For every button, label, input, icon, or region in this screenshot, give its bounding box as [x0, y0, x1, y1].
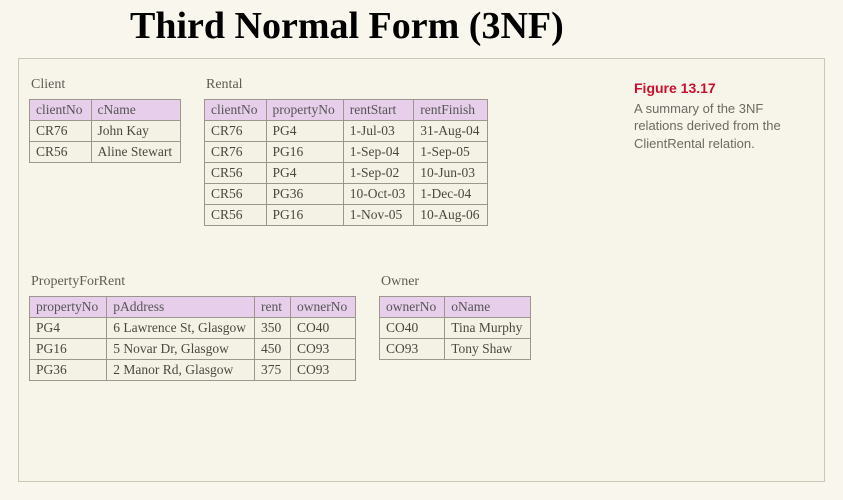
- table-cell: 1-Dec-04: [414, 184, 488, 205]
- table-cell: 1-Sep-04: [343, 142, 413, 163]
- property-table: propertyNopAddressrentownerNoPG46 Lawren…: [29, 296, 356, 381]
- table-row: CR56Aline Stewart: [30, 142, 181, 163]
- table-cell: CR56: [30, 142, 92, 163]
- client-table-label: Client: [31, 77, 181, 93]
- table-cell: PG4: [266, 121, 343, 142]
- table-row: CO93Tony Shaw: [380, 339, 531, 360]
- table-cell: CO40: [290, 318, 355, 339]
- table-cell: 375: [254, 360, 290, 381]
- table-cell: 1-Nov-05: [343, 205, 413, 226]
- rental-table-label: Rental: [206, 77, 488, 93]
- table-cell: PG16: [266, 205, 343, 226]
- table-cell: PG36: [30, 360, 107, 381]
- table-cell: CO93: [380, 339, 445, 360]
- table-cell: Tony Shaw: [445, 339, 531, 360]
- table-cell: CR56: [205, 205, 267, 226]
- table-cell: 5 Novar Dr, Glasgow: [107, 339, 255, 360]
- table-cell: 31-Aug-04: [414, 121, 488, 142]
- column-header: rent: [254, 297, 290, 318]
- table-cell: 1-Jul-03: [343, 121, 413, 142]
- owner-table-label: Owner: [381, 274, 531, 290]
- column-header: propertyNo: [30, 297, 107, 318]
- table-cell: PG4: [266, 163, 343, 184]
- table-cell: 1-Sep-05: [414, 142, 488, 163]
- table-cell: John Kay: [91, 121, 181, 142]
- table-row: CR76PG41-Jul-0331-Aug-04: [205, 121, 488, 142]
- table-cell: PG16: [30, 339, 107, 360]
- owner-table: ownerNooNameCO40Tina MurphyCO93Tony Shaw: [379, 296, 531, 360]
- column-header: oName: [445, 297, 531, 318]
- table-cell: 10-Jun-03: [414, 163, 488, 184]
- column-header: clientNo: [205, 100, 267, 121]
- table-cell: Aline Stewart: [91, 142, 181, 163]
- table-row: CR56PG3610-Oct-031-Dec-04: [205, 184, 488, 205]
- table-cell: 450: [254, 339, 290, 360]
- column-header: ownerNo: [380, 297, 445, 318]
- table-cell: PG4: [30, 318, 107, 339]
- table-cell: 10-Aug-06: [414, 205, 488, 226]
- table-cell: CR76: [205, 142, 267, 163]
- table-cell: CR56: [205, 163, 267, 184]
- page-title: Third Normal Form (3NF): [130, 4, 564, 48]
- table-row: CO40Tina Murphy: [380, 318, 531, 339]
- table-row: CR56PG161-Nov-0510-Aug-06: [205, 205, 488, 226]
- column-header: rentStart: [343, 100, 413, 121]
- table-cell: 2 Manor Rd, Glasgow: [107, 360, 255, 381]
- property-table-block: PropertyForRent propertyNopAddressrentow…: [29, 274, 356, 381]
- table-cell: PG36: [266, 184, 343, 205]
- figure-caption: Figure 13.17 A summary of the 3NF relati…: [634, 79, 794, 153]
- table-cell: CO93: [290, 360, 355, 381]
- client-table-block: Client clientNocNameCR76John KayCR56Alin…: [29, 77, 181, 163]
- figure-caption-text: A summary of the 3NF relations derived f…: [634, 101, 781, 151]
- table-cell: CR76: [30, 121, 92, 142]
- column-header: ownerNo: [290, 297, 355, 318]
- table-row: CR76PG161-Sep-041-Sep-05: [205, 142, 488, 163]
- table-cell: CR76: [205, 121, 267, 142]
- column-header: pAddress: [107, 297, 255, 318]
- content-panel: Client clientNocNameCR76John KayCR56Alin…: [18, 58, 825, 482]
- table-cell: CR56: [205, 184, 267, 205]
- table-row: PG46 Lawrence St, Glasgow350CO40: [30, 318, 356, 339]
- figure-number: Figure 13.17: [634, 79, 794, 98]
- column-header: rentFinish: [414, 100, 488, 121]
- table-cell: PG16: [266, 142, 343, 163]
- table-cell: 6 Lawrence St, Glasgow: [107, 318, 255, 339]
- table-cell: 10-Oct-03: [343, 184, 413, 205]
- rental-table-block: Rental clientNopropertyNorentStartrentFi…: [204, 77, 488, 226]
- client-table: clientNocNameCR76John KayCR56Aline Stewa…: [29, 99, 181, 163]
- owner-table-block: Owner ownerNooNameCO40Tina MurphyCO93Ton…: [379, 274, 531, 360]
- table-row: CR76John Kay: [30, 121, 181, 142]
- table-cell: CO40: [380, 318, 445, 339]
- table-row: PG362 Manor Rd, Glasgow375CO93: [30, 360, 356, 381]
- column-header: propertyNo: [266, 100, 343, 121]
- table-row: CR56PG41-Sep-0210-Jun-03: [205, 163, 488, 184]
- table-row: PG165 Novar Dr, Glasgow450CO93: [30, 339, 356, 360]
- table-cell: CO93: [290, 339, 355, 360]
- table-cell: 350: [254, 318, 290, 339]
- column-header: clientNo: [30, 100, 92, 121]
- rental-table: clientNopropertyNorentStartrentFinishCR7…: [204, 99, 488, 226]
- property-table-label: PropertyForRent: [31, 274, 356, 290]
- column-header: cName: [91, 100, 181, 121]
- table-cell: 1-Sep-02: [343, 163, 413, 184]
- table-cell: Tina Murphy: [445, 318, 531, 339]
